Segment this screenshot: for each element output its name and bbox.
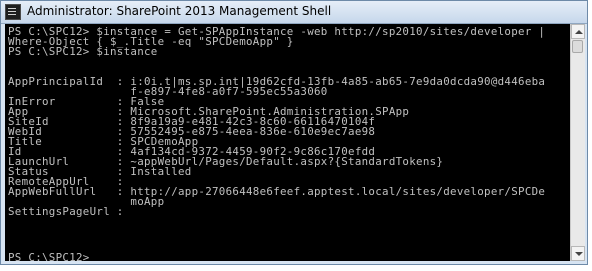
scroll-down-button[interactable] [571, 246, 585, 261]
console-line: SettingsPageUrl : [8, 205, 124, 218]
arrow-up-icon [575, 30, 583, 34]
powershell-icon [5, 4, 21, 20]
console-prompt: PS C:\SPC12> [8, 251, 97, 261]
arrow-down-icon [575, 252, 583, 256]
console-output[interactable]: PS C:\SPC12> $instance = Get-SPAppInstan… [5, 24, 570, 261]
console-line: PS C:\SPC12> $instance [8, 45, 158, 58]
scroll-thumb[interactable] [572, 40, 583, 53]
scroll-up-button[interactable] [571, 24, 585, 39]
title-bar[interactable]: Administrator: SharePoint 2013 Managemen… [1, 1, 587, 24]
window-title: Administrator: SharePoint 2013 Managemen… [27, 4, 332, 18]
powershell-window: Administrator: SharePoint 2013 Managemen… [0, 0, 588, 265]
vertical-scrollbar[interactable] [570, 24, 585, 261]
